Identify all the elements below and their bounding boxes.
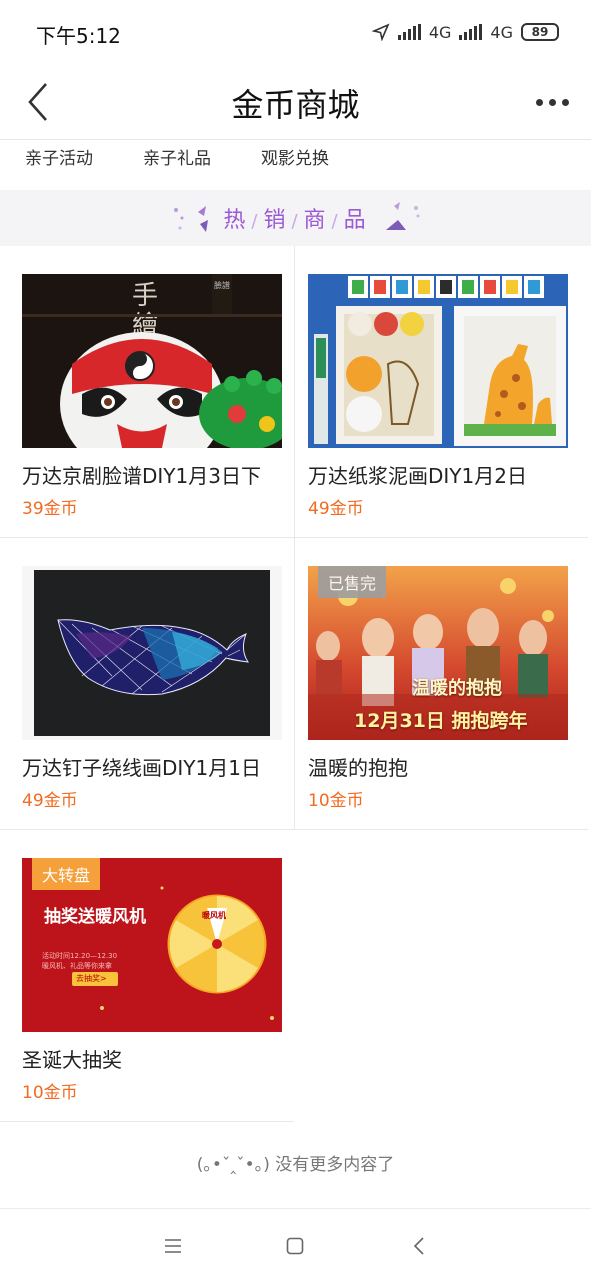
status-icons: 4G 4G 89 [371, 19, 559, 45]
product-name: 万达纸浆泥画DIY1月2日 [308, 464, 527, 488]
section-title: 热 / 销 / 商 / 品 [223, 208, 368, 233]
section-title-char: 热 [223, 208, 248, 233]
svg-text:臉譜: 臉譜 [214, 280, 230, 290]
product-price: 39金币 [22, 499, 78, 519]
signal-icon-2 [459, 24, 483, 40]
product-image-lucky-draw: 活动时间12.20—12.30 暖风机、礼品等你来拿 抽奖送暖风机 去抽奖> 暖… [22, 858, 282, 1032]
product-price: 49金币 [22, 791, 78, 811]
status-time: 下午5:12 [36, 24, 121, 48]
more-dot-icon [548, 98, 556, 106]
system-nav-bar [0, 1208, 591, 1280]
home-button[interactable] [280, 1231, 310, 1261]
section-title-char: 商 [303, 208, 328, 233]
more-dot-icon [535, 98, 543, 106]
home-icon [286, 1237, 304, 1255]
more-dot-icon [561, 98, 569, 106]
location-icon [371, 23, 390, 41]
lucky-draw-title: 抽奖送暖风机 [44, 907, 146, 927]
page-title: 金币商城 [231, 86, 360, 124]
status-bar: 下午5:12 4G 4G 89 [0, 0, 591, 64]
signal-icon [397, 24, 421, 40]
decoration-right-icon [386, 202, 420, 230]
more-button[interactable] [531, 88, 573, 116]
product-card[interactable]: 活动时间12.20—12.30 暖风机、礼品等你来拿 抽奖送暖风机 去抽奖> 暖… [0, 830, 294, 1122]
product-card[interactable]: 万达钉子绕线画DIY1月1日 49金币 [0, 538, 294, 830]
product-name: 温暖的抱抱 [308, 756, 408, 780]
product-price: 49金币 [308, 499, 364, 519]
section-title-char: 销 [263, 208, 288, 233]
wheel-prize-label: 暖风机 [202, 911, 226, 920]
product-name: 万达京剧脸谱DIY1月3日下 [22, 464, 261, 488]
svg-text:暖风机、礼品等你来拿: 暖风机、礼品等你来拿 [42, 961, 112, 970]
product-card[interactable]: 手 繪 臉譜 万达京剧脸谱DIY1月3日下 39金币 [0, 246, 294, 538]
nav-bar: 金币商城 [0, 64, 591, 140]
product-card[interactable]: 万达纸浆泥画DIY1月2日 49金币 [294, 246, 588, 538]
product-image-opera-mask: 手 繪 臉譜 [22, 274, 282, 448]
product-name: 万达钉子绕线画DIY1月1日 [22, 756, 261, 780]
product-image-paper-clay-painting [308, 274, 568, 448]
tab-parent-child-activities[interactable]: 亲子活动 [25, 144, 93, 169]
system-back-button[interactable] [404, 1231, 434, 1261]
network-label-1: 4G [428, 22, 452, 42]
product-image-movie-poster: 温暖的抱抱 12月31日 拥抱跨年 已售完 [308, 566, 568, 740]
product-image-string-art [22, 566, 282, 740]
back-triangle-icon [413, 1237, 424, 1255]
lucky-draw-button: 去抽奖> [76, 974, 107, 983]
svg-text:活动时间12.20—12.30: 活动时间12.20—12.30 [42, 951, 117, 960]
network-label-2: 4G [490, 22, 513, 42]
tab-parent-child-gifts[interactable]: 亲子礼品 [143, 144, 211, 169]
product-price: 10金币 [22, 1083, 78, 1103]
menu-icon [165, 1239, 181, 1253]
category-tabs: 亲子活动 亲子礼品 观影兑换 [0, 140, 591, 190]
sold-out-badge: 已售完 [318, 566, 387, 598]
wheel-badge: 大转盘 [32, 858, 101, 890]
tab-movie-exchange[interactable]: 观影兑换 [261, 144, 329, 169]
product-card[interactable]: 温暖的抱抱 12月31日 拥抱跨年 已售完 温暖的抱抱 10金币 [294, 538, 588, 830]
end-of-list-message: (｡•ˇ‸ˇ•｡) 没有更多内容了 [196, 1155, 395, 1175]
section-title-char: 品 [343, 208, 368, 233]
hot-products-banner: 热 / 销 / 商 / 品 [0, 190, 591, 246]
battery-icon: 89 [521, 23, 559, 41]
product-price: 10金币 [308, 791, 364, 811]
svg-text:手: 手 [132, 281, 158, 311]
poster-title: 温暖的抱抱 [412, 678, 502, 699]
product-name: 圣诞大抽奖 [22, 1048, 122, 1072]
menu-button[interactable] [158, 1231, 188, 1261]
poster-date: 12月31日 拥抱跨年 [354, 710, 528, 732]
